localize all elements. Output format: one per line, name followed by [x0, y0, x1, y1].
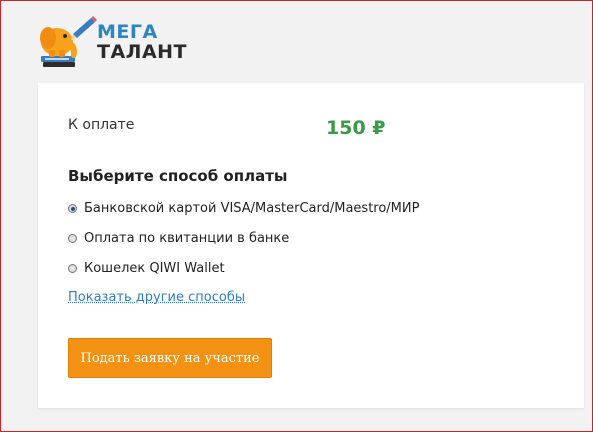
payment-option-label: Кошелек QIWI Wallet: [84, 261, 225, 276]
payment-option-label: Банковской картой VISA/MasterCard/Maestr…: [84, 201, 420, 216]
submit-application-button[interactable]: Подать заявку на участие: [68, 338, 272, 378]
logo-line2: ТАЛАНТ: [97, 41, 188, 63]
payment-option-qiwi[interactable]: Кошелек QIWI Wallet: [68, 261, 225, 276]
amount-value: 150 ₽: [326, 117, 386, 139]
payment-card: К оплате 150 ₽ Выберите способ оплаты Ба…: [38, 83, 584, 408]
amount-label: К оплате: [68, 117, 135, 133]
payment-option-card[interactable]: Банковской картой VISA/MasterCard/Maestr…: [68, 201, 419, 216]
page-frame: МЕГА ТАЛАНТ К оплате 150 ₽ Выберите спос…: [0, 0, 593, 432]
radio-button[interactable]: [68, 234, 77, 243]
show-other-methods-link[interactable]: Показать другие способы: [68, 290, 245, 305]
payment-option-label: Оплата по квитанции в банке: [84, 231, 290, 246]
logo-text: МЕГА ТАЛАНТ: [97, 22, 187, 62]
payment-method-title: Выберите способ оплаты: [68, 167, 288, 185]
logo[interactable]: МЕГА ТАЛАНТ: [35, 14, 187, 72]
radio-button-selected[interactable]: [68, 204, 77, 213]
elephant-icon: [40, 16, 97, 67]
logo-line1: МЕГА: [97, 21, 158, 43]
radio-button[interactable]: [68, 264, 77, 273]
payment-option-bank-receipt[interactable]: Оплата по квитанции в банке: [68, 231, 289, 246]
